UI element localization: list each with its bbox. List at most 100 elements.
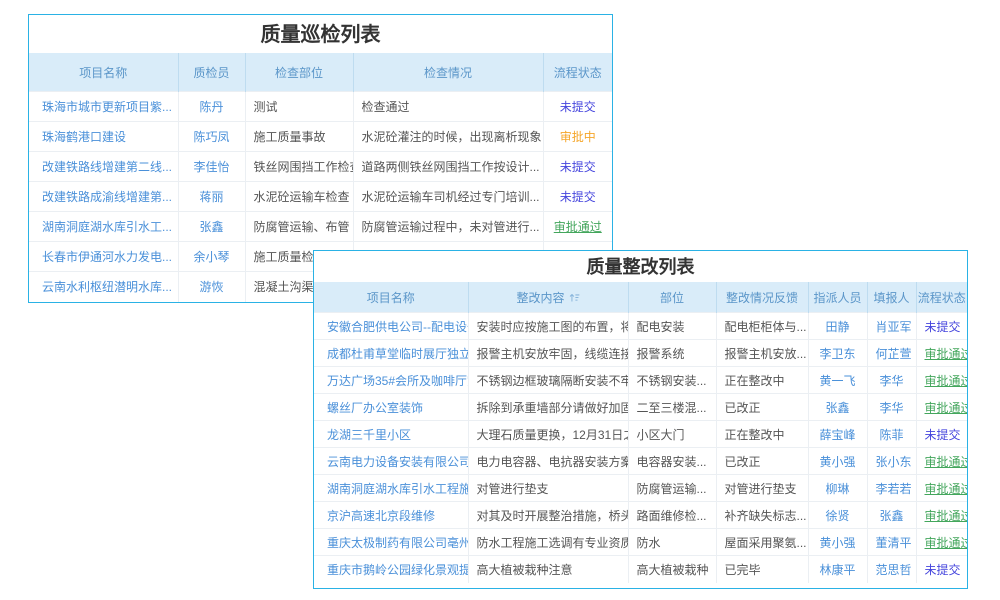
inspection-situation-cell: 道路两侧铁丝网围挡工作按设计... — [353, 152, 543, 182]
rectify-content-cell: 高大植被栽种注意 — [468, 556, 628, 583]
reporter-link[interactable]: 肖亚军 — [867, 313, 916, 340]
status-text: 审批中 — [543, 122, 612, 152]
table-row: 龙湖三千里小区大理石质量更换，12月31日之...小区大门正在整改中薛宝峰陈菲未… — [314, 421, 967, 448]
sort-icon[interactable] — [569, 292, 580, 306]
table-row: 京沪高速北京段维修对其及时开展整治措施，桥头...路面维修检...补齐缺失标志.… — [314, 502, 967, 529]
feedback-cell: 已改正 — [716, 394, 808, 421]
feedback-cell: 屋面采用聚氨... — [716, 529, 808, 556]
part-cell: 电容器安装... — [628, 448, 716, 475]
status-text[interactable]: 审批通过 — [916, 502, 967, 529]
project-link[interactable]: 螺丝厂办公室装饰 — [314, 394, 468, 421]
assignee-link[interactable]: 柳琳 — [808, 475, 867, 502]
project-link[interactable]: 改建铁路线增建第二线... — [29, 152, 178, 182]
table-row: 珠海鹤港口建设陈巧凤施工质量事故水泥砼灌注的时候，出现离析现象审批中 — [29, 122, 612, 152]
part-cell: 配电安装 — [628, 313, 716, 340]
project-link[interactable]: 重庆太极制药有限公司亳州中... — [314, 529, 468, 556]
column-header-inspector: 质检员 — [178, 53, 245, 92]
project-link[interactable]: 京沪高速北京段维修 — [314, 502, 468, 529]
reporter-link[interactable]: 范思哲 — [867, 556, 916, 583]
status-text[interactable]: 审批通过 — [543, 212, 612, 242]
rectify-header-row: 项目名称 整改内容 部位 整改情况反馈 指派人员 填报人 流程状态 — [314, 282, 967, 313]
project-link[interactable]: 改建铁路成渝线增建第... — [29, 182, 178, 212]
status-text[interactable]: 审批通过 — [916, 475, 967, 502]
inspector-link[interactable]: 蒋丽 — [178, 182, 245, 212]
project-link[interactable]: 湖南洞庭湖水库引水工... — [29, 212, 178, 242]
rectify-content-cell: 防水工程施工选调有专业资质... — [468, 529, 628, 556]
feedback-cell: 已改正 — [716, 448, 808, 475]
inspector-link[interactable]: 陈丹 — [178, 92, 245, 122]
project-link[interactable]: 龙湖三千里小区 — [314, 421, 468, 448]
assignee-link[interactable]: 张鑫 — [808, 394, 867, 421]
assignee-link[interactable]: 黄一飞 — [808, 367, 867, 394]
project-link[interactable]: 长春市伊通河水力发电... — [29, 242, 178, 272]
part-cell: 二至三楼混... — [628, 394, 716, 421]
assignee-link[interactable]: 李卫东 — [808, 340, 867, 367]
inspection-part-cell: 测试 — [245, 92, 353, 122]
status-text[interactable]: 审批通过 — [916, 529, 967, 556]
status-text: 未提交 — [916, 313, 967, 340]
rectify-content-cell: 拆除到承重墙部分请做好加固... — [468, 394, 628, 421]
table-row: 成都杜甫草堂临时展厅独立展...报警主机安放牢固，线缆连接...报警系统报警主机… — [314, 340, 967, 367]
status-text[interactable]: 审批通过 — [916, 340, 967, 367]
inspection-situation-cell: 防腐管运输过程中，未对管进行... — [353, 212, 543, 242]
reporter-link[interactable]: 何芷萱 — [867, 340, 916, 367]
column-header-flow-status: 流程状态 — [916, 282, 967, 313]
table-row: 重庆太极制药有限公司亳州中...防水工程施工选调有专业资质...防水屋面采用聚氨… — [314, 529, 967, 556]
status-text[interactable]: 审批通过 — [916, 394, 967, 421]
reporter-link[interactable]: 李华 — [867, 394, 916, 421]
part-cell: 防水 — [628, 529, 716, 556]
project-link[interactable]: 云南水利枢纽潜明水库... — [29, 272, 178, 302]
inspector-link[interactable]: 游恢 — [178, 272, 245, 302]
table-row: 螺丝厂办公室装饰拆除到承重墙部分请做好加固...二至三楼混...已改正张鑫李华审… — [314, 394, 967, 421]
assignee-link[interactable]: 薛宝峰 — [808, 421, 867, 448]
inspector-link[interactable]: 余小琴 — [178, 242, 245, 272]
rectify-content-cell: 报警主机安放牢固，线缆连接... — [468, 340, 628, 367]
project-link[interactable]: 重庆市鹅岭公园绿化景观提升... — [314, 556, 468, 583]
column-header-inspection-situation: 检查情况 — [353, 53, 543, 92]
reporter-link[interactable]: 张鑫 — [867, 502, 916, 529]
reporter-link[interactable]: 李华 — [867, 367, 916, 394]
reporter-link[interactable]: 张小东 — [867, 448, 916, 475]
project-link[interactable]: 珠海市城市更新项目紫... — [29, 92, 178, 122]
inspection-table-title: 质量巡检列表 — [29, 15, 612, 53]
reporter-link[interactable]: 陈菲 — [867, 421, 916, 448]
status-text: 未提交 — [916, 556, 967, 583]
column-header-rectify-content: 整改内容 — [468, 282, 628, 313]
inspector-link[interactable]: 陈巧凤 — [178, 122, 245, 152]
reporter-link[interactable]: 董清平 — [867, 529, 916, 556]
status-text[interactable]: 审批通过 — [916, 448, 967, 475]
feedback-cell: 正在整改中 — [716, 421, 808, 448]
part-cell: 高大植被栽种 — [628, 556, 716, 583]
inspector-link[interactable]: 李佳怡 — [178, 152, 245, 182]
column-header-project-name: 项目名称 — [314, 282, 468, 313]
column-header-inspection-part: 检查部位 — [245, 53, 353, 92]
table-row: 珠海市城市更新项目紫...陈丹测试检查通过未提交 — [29, 92, 612, 122]
project-link[interactable]: 珠海鹤港口建设 — [29, 122, 178, 152]
column-header-feedback: 整改情况反馈 — [716, 282, 808, 313]
assignee-link[interactable]: 林康平 — [808, 556, 867, 583]
reporter-link[interactable]: 李若若 — [867, 475, 916, 502]
project-link[interactable]: 安徽合肥供电公司--配电设备... — [314, 313, 468, 340]
inspection-situation-cell: 水泥砼运输车司机经过专门培训... — [353, 182, 543, 212]
rectify-content-cell: 电力电容器、电抗器安装方案... — [468, 448, 628, 475]
rectify-table-title: 质量整改列表 — [314, 251, 967, 282]
assignee-link[interactable]: 黄小强 — [808, 448, 867, 475]
rectify-content-cell: 不锈钢边框玻璃隔断安装不牢... — [468, 367, 628, 394]
assignee-link[interactable]: 黄小强 — [808, 529, 867, 556]
project-link[interactable]: 成都杜甫草堂临时展厅独立展... — [314, 340, 468, 367]
inspection-part-cell: 施工质量事故 — [245, 122, 353, 152]
feedback-cell: 报警主机安放... — [716, 340, 808, 367]
rectify-content-cell: 对其及时开展整治措施，桥头... — [468, 502, 628, 529]
feedback-cell: 正在整改中 — [716, 367, 808, 394]
project-link[interactable]: 云南电力设备安装有限公司20... — [314, 448, 468, 475]
table-row: 改建铁路线增建第二线...李佳怡铁丝网围挡工作检查道路两侧铁丝网围挡工作按设计.… — [29, 152, 612, 182]
assignee-link[interactable]: 田静 — [808, 313, 867, 340]
status-text[interactable]: 审批通过 — [916, 367, 967, 394]
project-link[interactable]: 湖南洞庭湖水库引水工程施工标 — [314, 475, 468, 502]
column-header-part: 部位 — [628, 282, 716, 313]
inspection-situation-cell: 水泥砼灌注的时候，出现离析现象 — [353, 122, 543, 152]
assignee-link[interactable]: 徐贤 — [808, 502, 867, 529]
inspector-link[interactable]: 张鑫 — [178, 212, 245, 242]
part-cell: 不锈钢安装... — [628, 367, 716, 394]
project-link[interactable]: 万达广场35#会所及咖啡厅空... — [314, 367, 468, 394]
